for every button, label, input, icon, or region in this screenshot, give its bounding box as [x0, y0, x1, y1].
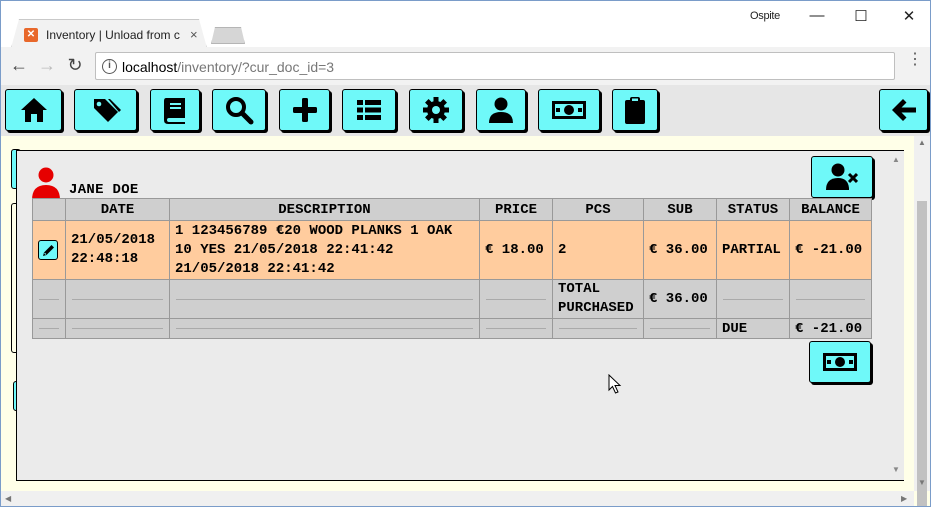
empty-cell	[643, 318, 717, 339]
empty-cell	[479, 279, 553, 319]
table-header-row: DATE DESCRIPTION PRICE PCS SUB STATUS BA…	[32, 198, 872, 221]
time-value: 22:48:18	[71, 251, 139, 267]
empty-cell	[65, 279, 170, 319]
empty-cell	[716, 279, 790, 319]
empty-cell	[479, 318, 553, 339]
pcs-column-header: PCS	[552, 198, 644, 221]
book-icon	[164, 98, 185, 124]
empty-cell	[32, 279, 66, 319]
user-remove-icon	[826, 163, 858, 190]
purchases-table: DATE DESCRIPTION PRICE PCS SUB STATUS BA…	[32, 198, 872, 339]
info-icon[interactable]: i	[102, 59, 117, 74]
customer-name: JANE DOE	[69, 182, 139, 198]
remove-customer-button[interactable]	[811, 156, 873, 198]
scrollbar-thumb[interactable]	[917, 201, 927, 506]
address-bar[interactable]: i localhost/inventory/?cur_doc_id=3	[95, 52, 895, 80]
pcs-cell: 2	[552, 220, 644, 280]
empty-cell	[169, 279, 480, 319]
forward-icon[interactable]: →	[37, 55, 57, 75]
pencil-icon	[42, 244, 54, 256]
description-line: 1 123456789 €20 WOOD PLANKS 1 OAK	[175, 222, 453, 239]
due-row: DUE € -21.00	[32, 318, 872, 339]
price-column-header: PRICE	[479, 198, 553, 221]
home-icon	[20, 98, 47, 122]
balance-cell: € -21.00	[789, 220, 872, 280]
total-purchased-label: TOTAL PURCHASED	[552, 279, 644, 319]
due-value: € -21.00	[789, 318, 872, 339]
empty-cell	[65, 318, 170, 339]
add-button[interactable]	[279, 89, 330, 131]
tags-icon	[93, 99, 121, 122]
empty-cell	[169, 318, 480, 339]
back-icon[interactable]: ←	[9, 55, 29, 75]
total-purchased-row: TOTAL PURCHASED € 36.00	[32, 279, 872, 319]
clipboard-button[interactable]	[612, 89, 658, 131]
empty-cell	[552, 318, 644, 339]
due-label: DUE	[716, 318, 790, 339]
app-toolbar	[1, 85, 930, 136]
maximize-icon[interactable]: ☐	[851, 7, 871, 25]
gear-icon	[423, 97, 449, 123]
tab-close-icon[interactable]: ×	[190, 27, 198, 42]
date-column-header: DATE	[65, 198, 170, 221]
clipboard-icon	[625, 97, 645, 124]
page-vertical-scrollbar[interactable]: ▲ ▼	[914, 136, 930, 506]
browser-tab[interactable]: ✕ Inventory | Unload from c ×	[11, 19, 207, 48]
balance-column-header: BALANCE	[789, 198, 872, 221]
book-button[interactable]	[150, 89, 200, 131]
browser-titlebar: ✕ Inventory | Unload from c × Ospite — ☐…	[0, 0, 931, 48]
empty-cell	[789, 279, 872, 319]
money-icon	[552, 101, 586, 119]
tab-title: Inventory | Unload from c	[46, 28, 180, 42]
back-arrow-icon	[891, 99, 916, 121]
mouse-cursor-icon	[608, 374, 622, 394]
list-icon	[357, 100, 381, 120]
description-cell: 1 123456789 €20 WOOD PLANKS 1 OAK 10 YES …	[169, 220, 480, 280]
description-line: 21/05/2018 22:41:42	[175, 260, 335, 277]
edit-button[interactable]	[38, 240, 58, 260]
customer-user-icon	[32, 167, 60, 200]
minimize-icon[interactable]: —	[807, 7, 827, 24]
modal-scrollbar[interactable]: ▲ ▼	[888, 151, 904, 480]
table-row: 21/05/2018 22:48:18 1 123456789 €20 WOOD …	[32, 220, 872, 280]
close-window-icon[interactable]: ✕	[899, 7, 919, 25]
new-tab-button[interactable]	[211, 27, 245, 44]
empty-cell	[32, 318, 66, 339]
edit-column-header	[32, 198, 66, 221]
search-icon	[226, 97, 254, 125]
search-button[interactable]	[212, 89, 266, 131]
home-button[interactable]	[5, 89, 62, 131]
browser-menu-icon[interactable]: ⋮	[907, 52, 923, 68]
xampp-favicon-icon: ✕	[24, 28, 38, 42]
date-value: 21/05/2018	[71, 232, 156, 248]
plus-icon	[292, 98, 317, 122]
tags-button[interactable]	[74, 89, 137, 131]
customer-detail-modal: JANE DOE DATE DESCRIPTION PRICE PCS SUB …	[16, 150, 904, 481]
description-column-header: DESCRIPTION	[169, 198, 480, 221]
browser-toolbar: ← → ↻ i localhost/inventory/?cur_doc_id=…	[0, 47, 931, 85]
sub-cell: € 36.00	[643, 220, 717, 280]
back-button[interactable]	[879, 89, 928, 131]
date-cell: 21/05/2018 22:48:18	[65, 220, 170, 280]
settings-button[interactable]	[409, 89, 463, 131]
price-cell: € 18.00	[479, 220, 553, 280]
user-icon	[489, 97, 513, 123]
user-button[interactable]	[476, 89, 526, 131]
pay-button[interactable]	[809, 341, 871, 383]
total-purchased-value: € 36.00	[643, 279, 717, 319]
reload-icon[interactable]: ↻	[65, 55, 85, 75]
money-icon	[823, 353, 857, 371]
status-cell: PARTIAL	[716, 220, 790, 280]
edit-cell	[32, 220, 66, 280]
list-button[interactable]	[342, 89, 396, 131]
url-text: localhost/inventory/?cur_doc_id=3	[122, 59, 335, 75]
profile-name[interactable]: Ospite	[750, 10, 780, 22]
page-horizontal-scrollbar[interactable]: ◀ ▶	[1, 491, 914, 506]
sub-column-header: SUB	[643, 198, 717, 221]
money-button[interactable]	[538, 89, 600, 131]
description-line: 10 YES 21/05/2018 22:41:42	[175, 241, 394, 258]
status-column-header: STATUS	[716, 198, 790, 221]
